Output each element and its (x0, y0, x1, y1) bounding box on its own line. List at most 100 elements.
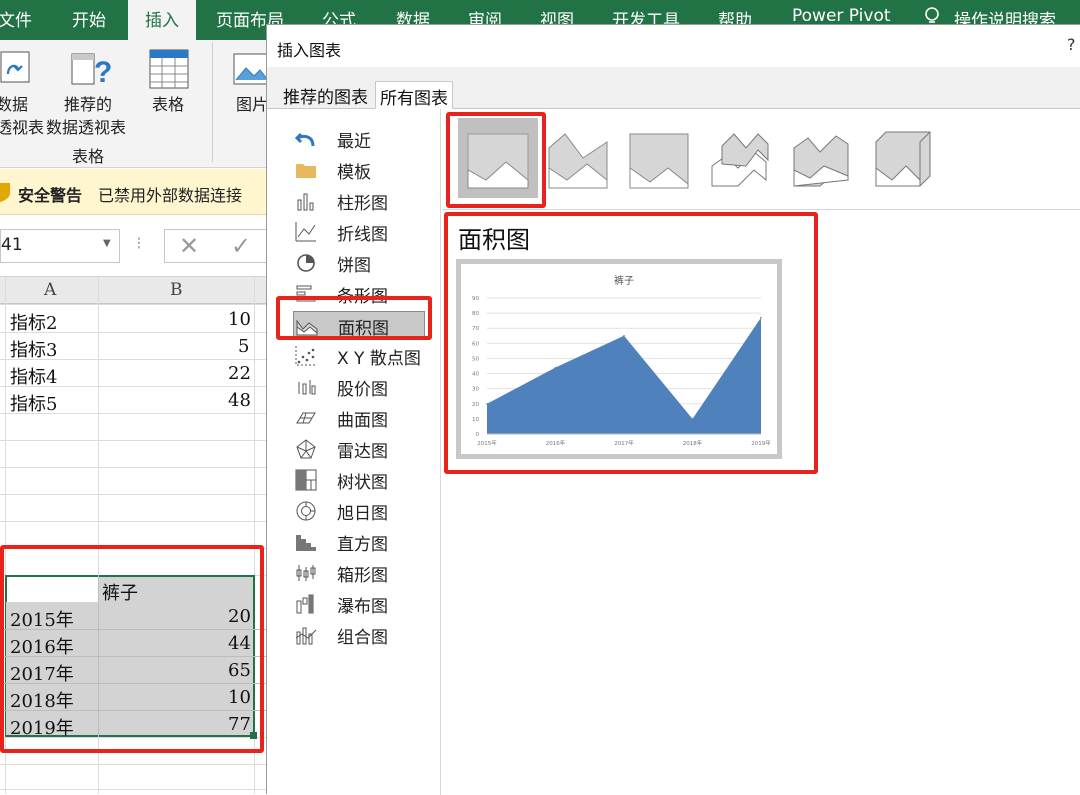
table-label[interactable]: 表格 (152, 94, 184, 116)
tab-power-pivot[interactable]: Power Pivot (792, 6, 891, 26)
tab-file[interactable]: 文件 (0, 6, 32, 31)
category-label: 树状图 (337, 473, 388, 493)
undo-icon (295, 132, 315, 147)
worksheet-grid[interactable]: A B 指标2 10 指标3 5 指标4 22 指标5 48 裤子 2015年 … (0, 277, 268, 794)
cell-a-row3[interactable]: 指标4 (10, 363, 57, 389)
recommended-pivot-icon[interactable]: ? (70, 50, 114, 90)
security-warning-title: 安全警告 (18, 186, 83, 205)
column-header-row (0, 277, 268, 304)
group-label-tables: 表格 (72, 147, 105, 166)
category-treemap[interactable]: 树状图 (293, 466, 425, 494)
subtype-3d-100-stacked-area[interactable] (872, 128, 934, 187)
category-label: 瀑布图 (337, 597, 388, 617)
category-surface[interactable]: 曲面图 (293, 404, 425, 432)
subtype-divider (442, 209, 1080, 210)
category-sunburst[interactable]: 旭日图 (293, 497, 425, 525)
dialog-title: 插入图表 (277, 41, 342, 60)
category-label: 组合图 (337, 628, 388, 648)
subtype-3d-stacked-area[interactable] (790, 128, 852, 187)
category-label: 箱形图 (337, 566, 388, 586)
chart-category-list: 最近 模板 柱形图 折线图 饼图 条形图 面积图 X Y 散点图 股价图 曲面图… (267, 109, 441, 795)
grip-icon: ⁝ (136, 233, 142, 254)
category-templates[interactable]: 模板 (293, 156, 425, 184)
category-label: 曲面图 (337, 411, 388, 431)
check-icon[interactable]: ✓ (231, 232, 251, 260)
category-pie[interactable]: 饼图 (293, 249, 425, 277)
waterfall-chart-icon (296, 594, 314, 614)
cell-b-row1[interactable]: 10 (228, 309, 251, 330)
name-box[interactable]: 41 ▼ (0, 229, 120, 263)
category-histogram[interactable]: 直方图 (293, 528, 425, 556)
folder-icon (296, 164, 316, 178)
column-chart-icon (297, 193, 314, 211)
category-recent[interactable]: 最近 (293, 125, 425, 153)
category-stock[interactable]: 股价图 (293, 373, 425, 401)
ribbon-insert-panel: 数据 透视表 ? 推荐的 数据透视表 表格 图片 表格 (0, 40, 269, 168)
highlight-preview (444, 212, 818, 474)
subtype-100-stacked-area[interactable] (628, 128, 690, 189)
category-label: 模板 (337, 163, 371, 183)
tab-recommended-charts[interactable]: 推荐的图表 (279, 81, 372, 109)
category-waterfall[interactable]: 瀑布图 (293, 590, 425, 618)
dialog-tab-strip: 推荐的图表 所有图表 (267, 67, 1080, 109)
category-combo[interactable]: 组合图 (293, 621, 425, 649)
chevron-down-icon[interactable]: ▼ (103, 238, 111, 249)
stock-chart-icon (298, 380, 316, 395)
category-label: X Y 散点图 (337, 349, 421, 369)
category-label: 饼图 (337, 256, 371, 276)
cell-a-row2[interactable]: 指标3 (10, 336, 57, 362)
box-whisker-chart-icon (296, 565, 316, 581)
column-header-b[interactable]: B (170, 280, 183, 300)
formula-buttons: ✕ ✓ (164, 229, 268, 263)
subtype-stacked-area[interactable] (547, 128, 609, 189)
cell-a-row1[interactable]: 指标2 (10, 309, 57, 335)
tab-home[interactable]: 开始 (72, 6, 106, 31)
highlight-selected-subtype (446, 112, 546, 208)
histogram-chart-icon (296, 535, 316, 551)
sunburst-chart-icon (296, 501, 316, 521)
treemap-chart-icon (295, 469, 317, 491)
category-column[interactable]: 柱形图 (293, 187, 425, 215)
shield-icon (0, 181, 12, 207)
combo-chart-icon (295, 627, 317, 645)
category-label: 柱形图 (337, 194, 388, 214)
security-warning-message: 已禁用外部数据连接 (98, 186, 243, 205)
subtype-3d-area[interactable] (708, 128, 770, 187)
pivot-table-label-1[interactable]: 数据 (0, 94, 28, 116)
category-label: 最近 (337, 132, 371, 152)
cell-b-row4[interactable]: 48 (228, 390, 251, 411)
cell-b-row2[interactable]: 5 (238, 336, 249, 357)
name-box-value: 41 (1, 235, 23, 255)
tab-all-charts[interactable]: 所有图表 (375, 81, 453, 109)
pivot-table-icon[interactable] (0, 50, 30, 86)
category-label: 直方图 (337, 535, 388, 555)
category-scatter[interactable]: X Y 散点图 (293, 342, 425, 370)
help-icon[interactable]: ? (1067, 35, 1076, 54)
svg-text:?: ? (94, 56, 112, 89)
category-box-whisker[interactable]: 箱形图 (293, 559, 425, 587)
table-icon[interactable] (148, 48, 190, 90)
category-label: 旭日图 (337, 504, 388, 524)
pictures-label[interactable]: 图片 (236, 94, 268, 116)
tab-insert[interactable]: 插入 (128, 0, 196, 40)
line-chart-icon (295, 222, 316, 242)
category-radar[interactable]: 雷达图 (293, 435, 425, 463)
formula-bar: 41 ▼ ⁝ ✕ ✓ (0, 215, 268, 277)
pictures-icon[interactable] (232, 50, 269, 90)
highlight-area-category (276, 296, 432, 340)
column-header-a[interactable]: A (44, 280, 56, 300)
close-icon[interactable]: ✕ (179, 232, 199, 260)
category-line[interactable]: 折线图 (293, 218, 425, 246)
security-warning-bar: 安全警告 已禁用外部数据连接 (0, 169, 268, 215)
category-label: 折线图 (337, 225, 388, 245)
surface-chart-icon (296, 412, 316, 424)
cell-a-row4[interactable]: 指标5 (10, 390, 57, 416)
scatter-chart-icon (295, 346, 316, 366)
category-label: 股价图 (337, 380, 388, 400)
recommended-pivot-label-1[interactable]: 推荐的 (64, 94, 112, 116)
pie-chart-icon (297, 254, 315, 272)
ribbon-divider (212, 42, 213, 162)
recommended-pivot-label-2[interactable]: 数据透视表 (46, 117, 126, 139)
cell-b-row3[interactable]: 22 (228, 363, 251, 384)
pivot-table-label-2[interactable]: 透视表 (0, 117, 44, 139)
